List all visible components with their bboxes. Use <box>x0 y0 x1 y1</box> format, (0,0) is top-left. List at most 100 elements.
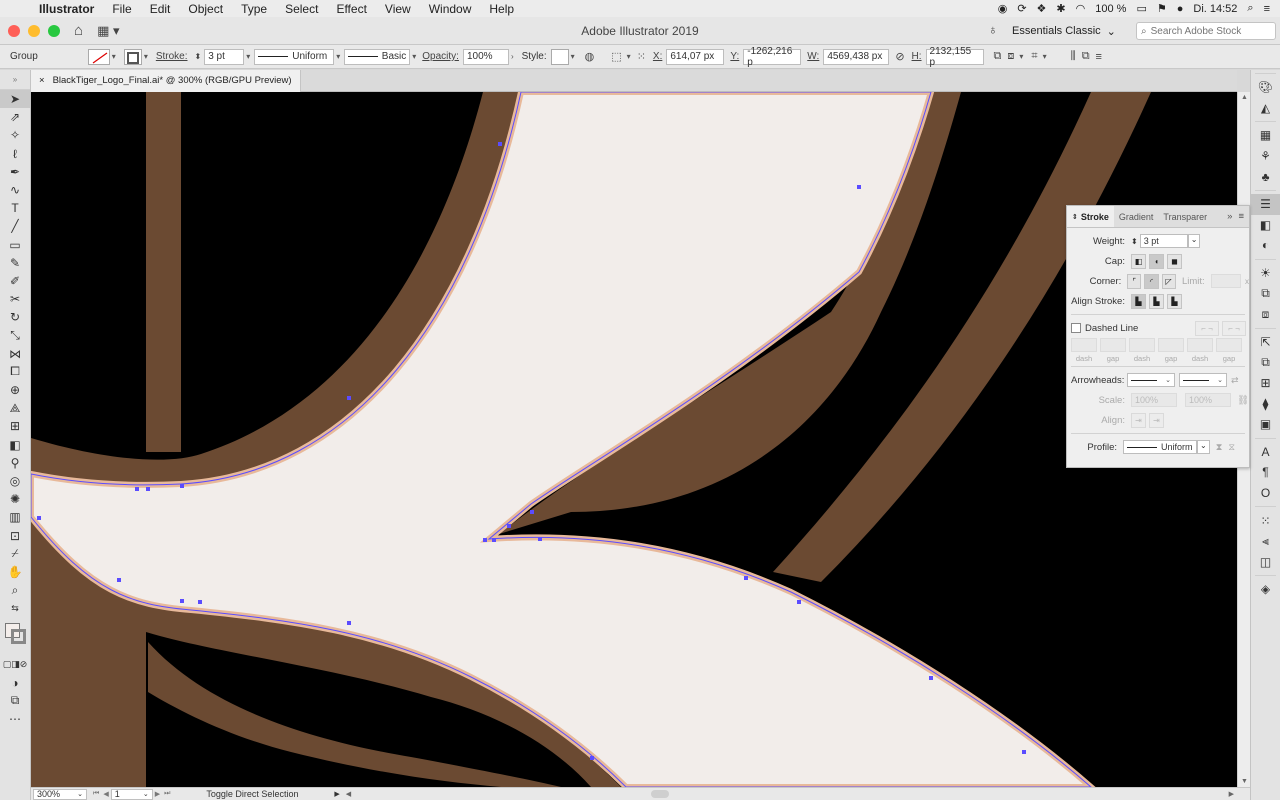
fill-swatch[interactable] <box>87 48 110 65</box>
scroll-left-icon[interactable]: ◀ <box>346 790 351 798</box>
envelope-distort-icon[interactable]: ⌗ <box>1031 50 1037 63</box>
stroke-label[interactable]: Stroke: <box>156 51 188 62</box>
start-arrowhead-select[interactable]: ⌄ <box>1127 373 1175 387</box>
panel-options-toggle-icon[interactable]: ⇕ <box>1072 213 1078 221</box>
drawing-mode-icon[interactable]: ◑ <box>0 674 30 692</box>
layers-style-icon[interactable]: ⧈ <box>1251 304 1280 325</box>
transform-icon[interactable]: ⧉ <box>994 50 1002 63</box>
perspective-grid-tool-icon[interactable]: ⟁ <box>0 399 30 417</box>
rotate-tool-icon[interactable]: ↻ <box>0 308 30 326</box>
stroke-panel-icon[interactable]: ☰ <box>1251 193 1280 215</box>
color-panel-icon[interactable]: 🎨︎ <box>1251 77 1280 98</box>
stroke-weight-dropdown-icon[interactable]: ▾ <box>246 52 250 61</box>
opentype-panel-icon[interactable]: O <box>1251 483 1280 504</box>
adobe-stock-search[interactable]: ⌕ <box>1136 22 1276 40</box>
minimize-window-button[interactable] <box>28 24 40 37</box>
align-dash-button[interactable]: ⌐ ¬ <box>1222 320 1246 336</box>
pen-tool-icon[interactable]: ✒ <box>0 163 30 181</box>
reference-point-icon[interactable]: ⁙ <box>637 50 646 63</box>
document-tab[interactable]: × BlackTiger_Logo_Final.ai* @ 300% (RGB/… <box>31 69 301 92</box>
miter-join-button[interactable]: ⌜ <box>1127 273 1142 289</box>
flip-across-icon[interactable]: ⧖ <box>1228 442 1235 453</box>
user-icon[interactable]: ● <box>1177 3 1184 15</box>
panel-menu-icon[interactable]: ≡ <box>1238 211 1244 222</box>
opacity-field[interactable]: 100% <box>462 48 509 65</box>
butt-cap-button[interactable]: ◧ <box>1131 253 1146 269</box>
distribute-icon[interactable]: ⧉ <box>1082 50 1090 63</box>
control-bar-menu-icon[interactable]: ≡ <box>1096 51 1102 63</box>
weight-dropdown-icon[interactable]: ⌄ <box>1187 234 1201 248</box>
x-field[interactable]: 614,07 px <box>666 48 725 65</box>
close-document-icon[interactable]: × <box>39 75 45 86</box>
next-artboard-icon[interactable]: ▶ <box>155 790 160 798</box>
y-field[interactable]: -1262,216 p <box>743 46 802 68</box>
gradient-panel-icon[interactable]: ◧ <box>1251 215 1280 236</box>
isolate-group-icon[interactable]: ⧈ <box>1007 50 1014 63</box>
style-dropdown-icon[interactable]: ▾ <box>571 52 575 61</box>
arrow-tip-at-end-button[interactable]: ⇥ <box>1149 412 1164 428</box>
swap-arrowheads-icon[interactable]: ⇄ <box>1231 375 1239 386</box>
h-field[interactable]: 2132,155 p <box>925 46 984 68</box>
transparency-panel-icon[interactable]: ◐ <box>1251 235 1280 256</box>
recolor-artwork-icon[interactable]: ◍ <box>585 50 595 63</box>
profile-select[interactable]: Uniform <box>1123 440 1197 454</box>
artboards-panel-icon[interactable]: ▣ <box>1251 414 1280 435</box>
artboard-tool-icon[interactable]: ⊡ <box>0 527 30 545</box>
status-text[interactable]: Toggle Direct Selection <box>206 789 326 799</box>
constrain-proportions-icon[interactable]: ⊘ <box>895 50 904 63</box>
stroke-dropdown-icon[interactable]: ▾ <box>144 52 148 61</box>
scroll-up-icon[interactable]: ▲ <box>1241 94 1248 101</box>
shaper-tool-icon[interactable]: ✐ <box>0 272 30 290</box>
w-field[interactable]: 4569,438 px <box>823 48 890 65</box>
direct-selection-tool-icon[interactable]: ⇗ <box>0 108 30 126</box>
menu-window[interactable]: Window <box>420 2 481 16</box>
w-label[interactable]: W: <box>807 51 819 62</box>
stroke-weight-stepper-icon[interactable]: ⬍ <box>195 52 202 61</box>
stroke-swatch[interactable] <box>123 48 142 65</box>
appearance-panel-icon[interactable]: ☀ <box>1251 263 1280 284</box>
horizontal-scroll-thumb[interactable] <box>651 790 669 798</box>
fill-stroke-widget[interactable] <box>0 617 30 655</box>
align-inside-button[interactable]: ▙ <box>1149 293 1164 309</box>
rectangle-tool-icon[interactable]: ▭ <box>0 236 30 254</box>
align-center-button[interactable]: ▙ <box>1131 293 1146 309</box>
stroke-color-box[interactable] <box>11 629 26 645</box>
brushes-panel-icon[interactable]: ⚘ <box>1251 146 1280 167</box>
menu-object[interactable]: Object <box>179 2 232 16</box>
menu-app[interactable]: Illustrator <box>30 2 103 16</box>
round-join-button[interactable]: ◜ <box>1144 273 1159 289</box>
cc-libraries-icon[interactable]: ⧫ <box>1251 393 1280 414</box>
profile-dropdown-icon[interactable]: ▾ <box>336 52 340 61</box>
search-input[interactable] <box>1150 25 1263 37</box>
more-tabs-icon[interactable]: » <box>1227 211 1232 222</box>
weight-field[interactable]: 3 pt <box>1139 234 1188 248</box>
slice-tool-icon[interactable]: ⌿ <box>0 545 30 563</box>
opacity-label[interactable]: Opacity: <box>422 51 459 62</box>
end-arrowhead-select[interactable]: ⌄ <box>1179 373 1227 387</box>
first-artboard-icon[interactable]: ⏮ <box>93 790 99 798</box>
zoom-dropdown-icon[interactable]: ⌄ <box>77 790 83 798</box>
workspace-switcher[interactable]: Essentials Classic ⌄ <box>1012 21 1116 41</box>
selection-tool-icon[interactable]: ➤ <box>0 90 30 109</box>
projecting-cap-button[interactable]: ◼ <box>1167 253 1182 269</box>
type-tool-icon[interactable]: T <box>0 199 30 217</box>
paintbrush-tool-icon[interactable]: ✎ <box>0 254 30 272</box>
graphic-styles-panel-icon[interactable]: ⧉ <box>1251 283 1280 304</box>
color-mode-icon[interactable]: ▢◨⊘ <box>0 655 30 673</box>
artwork[interactable] <box>31 92 1237 787</box>
graphic-style-swatch[interactable] <box>550 48 569 65</box>
hand-tool-icon[interactable]: ✋ <box>0 563 30 581</box>
curvature-tool-icon[interactable]: ∿ <box>0 181 30 199</box>
creative-cloud-icon[interactable]: ◉ <box>998 2 1008 15</box>
symbols-panel-icon[interactable]: ♣ <box>1251 166 1280 187</box>
menu-help[interactable]: Help <box>480 2 523 16</box>
bluetooth-icon[interactable]: ✱ <box>1056 2 1065 15</box>
h-label[interactable]: H: <box>912 51 922 62</box>
status-menu-icon[interactable]: ▶ <box>334 790 339 798</box>
symbol-sprayer-tool-icon[interactable]: ✺ <box>0 490 30 508</box>
battery-percent[interactable]: 100 % <box>1095 3 1126 15</box>
menu-select[interactable]: Select <box>276 2 327 16</box>
opacity-arrow-icon[interactable]: › <box>511 52 514 61</box>
magic-wand-tool-icon[interactable]: ✧ <box>0 126 30 144</box>
close-window-button[interactable] <box>8 24 20 37</box>
